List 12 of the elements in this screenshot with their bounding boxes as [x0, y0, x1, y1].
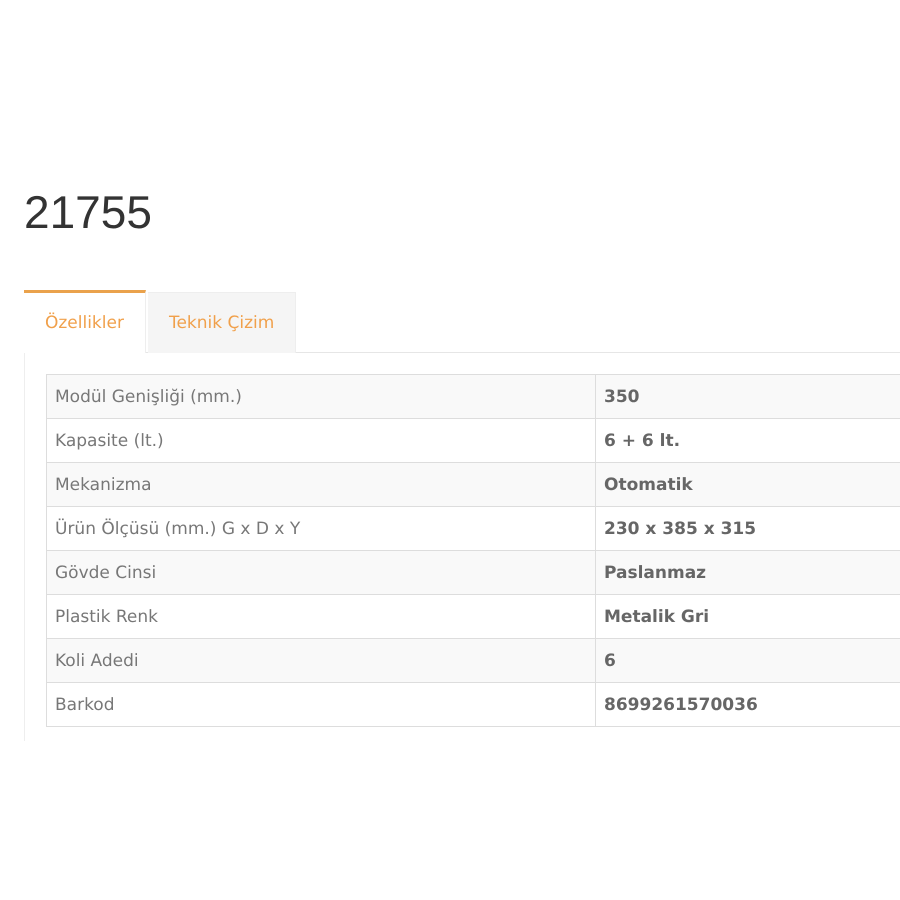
tab[interactable]: Özellikler	[24, 290, 146, 353]
table-cell-text: Barkod	[54, 694, 116, 716]
tab[interactable]: Teknik Çizim	[148, 292, 296, 353]
table-cell-text: Koli Adedi	[54, 650, 140, 672]
table-cell-text: Gövde Cinsi	[54, 562, 158, 584]
table-cell-text: Kapasite (lt.)	[54, 430, 165, 452]
table-cell: 8699261570036	[595, 683, 900, 726]
product-title: 21755	[24, 185, 153, 240]
table-cell-text: Mekanizma	[54, 474, 152, 496]
table-cell-text: Modül Genişliği (mm.)	[54, 386, 243, 408]
table-cell-text: Ürün Ölçüsü (mm.) G x D x Y	[54, 518, 302, 540]
table-cell-text: Plastik Renk	[54, 606, 160, 628]
